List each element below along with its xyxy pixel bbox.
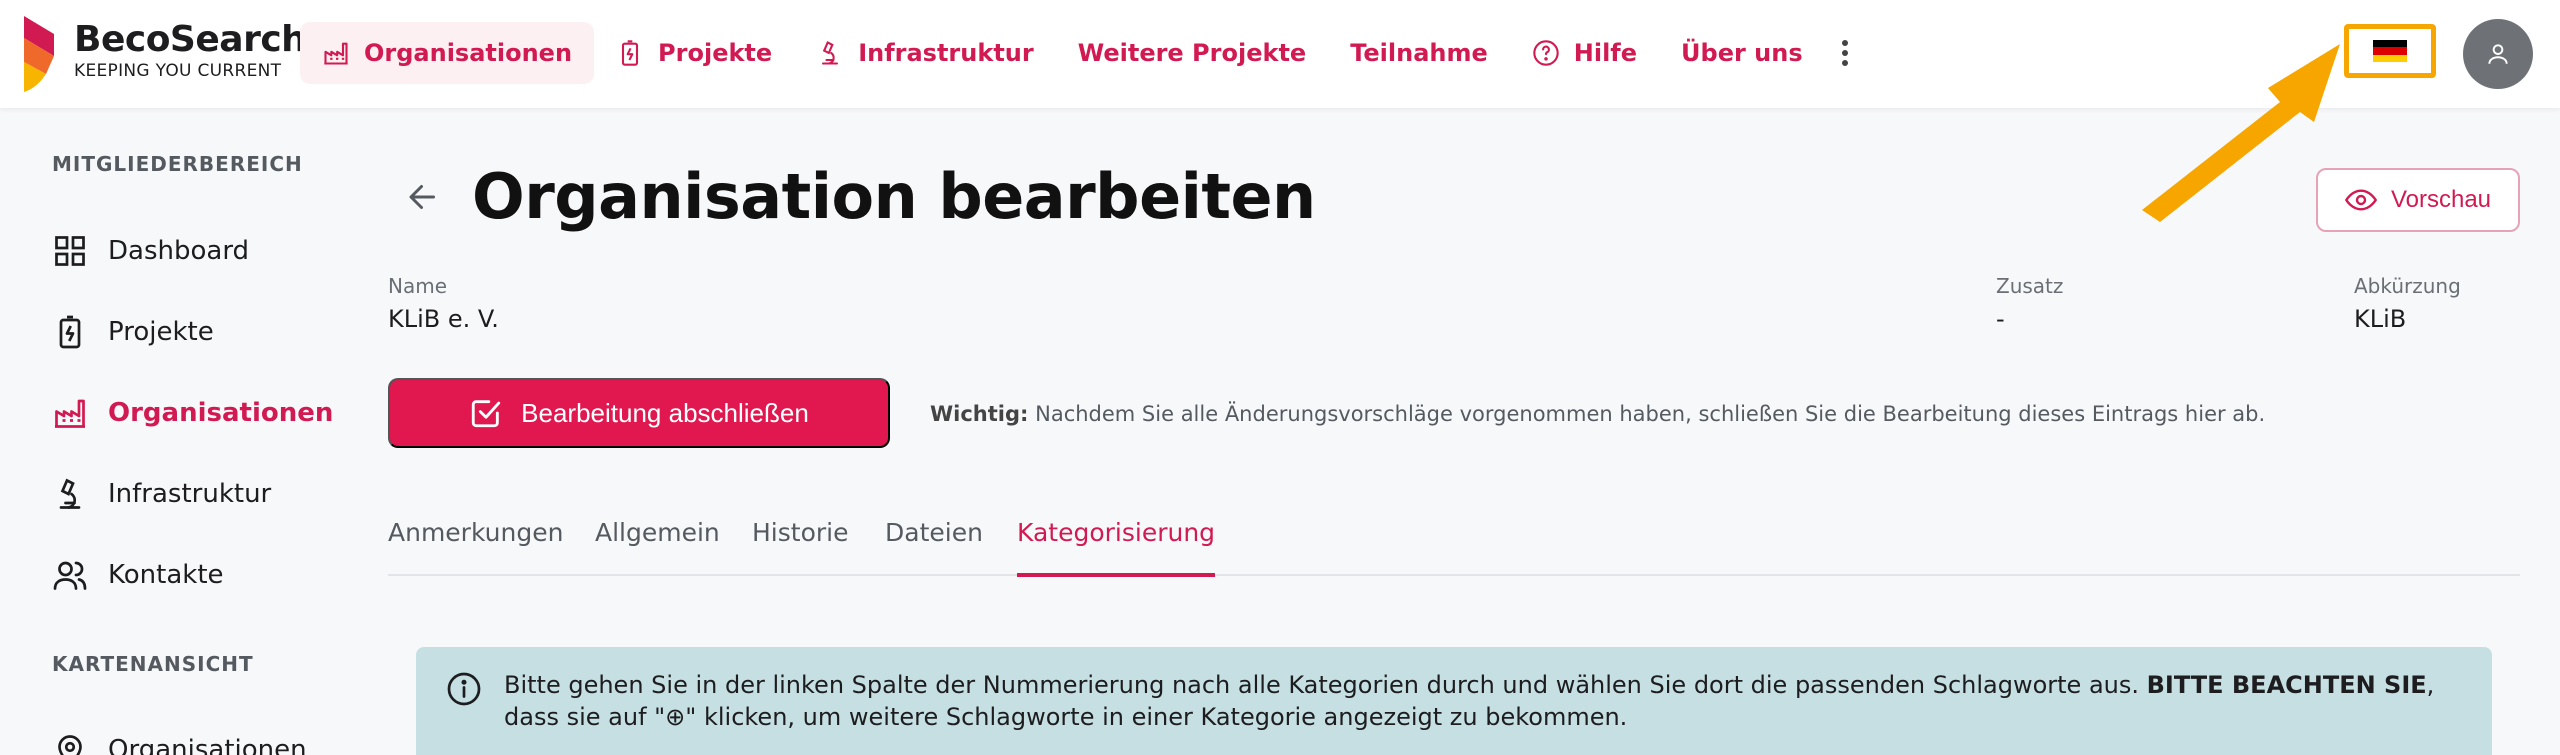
sidebar-item-infrastruktur[interactable]: Infrastruktur — [52, 469, 271, 519]
user-icon — [2488, 44, 2508, 64]
users-icon — [53, 561, 87, 590]
factory-icon — [324, 42, 348, 65]
becosearch-logo-icon — [24, 16, 54, 92]
sidebar-section-member: MITGLIEDERBEREICH — [52, 152, 303, 176]
brand-name: BecoSearch — [74, 19, 307, 60]
more-vertical-icon — [1841, 40, 1848, 66]
sidebar-item-dashboard[interactable]: Dashboard — [52, 226, 249, 276]
more-menu-button[interactable] — [1825, 22, 1865, 84]
map-pin-icon — [58, 735, 82, 755]
nav-ueber-uns[interactable]: Über uns — [1659, 22, 1825, 84]
logo[interactable]: BecoSearch KEEPING YOU CURRENT — [24, 16, 307, 92]
nav-infrastruktur[interactable]: Infrastruktur — [794, 22, 1056, 84]
sidebar-item-organisationen[interactable]: Organisationen — [52, 388, 333, 438]
main-nav: Organisationen Projekte Infrastruktur We… — [300, 22, 1865, 84]
brand-tagline: KEEPING YOU CURRENT — [74, 61, 282, 81]
battery-icon — [59, 315, 81, 349]
abkuerzung-value: KLiB — [2354, 305, 2407, 333]
microscope-icon — [59, 478, 81, 509]
tab-historie[interactable]: Historie — [752, 510, 848, 576]
language-switch-button[interactable] — [2344, 24, 2436, 78]
tab-anmerkungen[interactable]: Anmerkungen — [388, 510, 563, 576]
name-label: Name — [388, 274, 448, 298]
info-box: Bitte gehen Sie in der linken Spalte der… — [416, 647, 2492, 755]
back-button[interactable] — [398, 172, 448, 222]
zusatz-label: Zusatz — [1996, 274, 2064, 298]
sidebar: MITGLIEDERBEREICH Dashboard Projekte Org… — [0, 108, 340, 755]
grid-icon — [55, 236, 85, 266]
nav-hilfe[interactable]: Hilfe — [1510, 22, 1659, 84]
battery-icon — [621, 40, 639, 66]
sidebar-section-map: KARTENANSICHT — [52, 652, 254, 676]
nav-teilnahme[interactable]: Teilnahme — [1328, 22, 1510, 84]
check-square-icon — [472, 400, 501, 428]
preview-button[interactable]: Vorschau — [2316, 168, 2520, 232]
tab-allgemein[interactable]: Allgemein — [595, 510, 720, 576]
finish-editing-button[interactable]: Bearbeitung abschließen — [388, 378, 890, 448]
tab-kategorisierung[interactable]: Kategorisierung — [1017, 510, 1216, 577]
tab-bar: Anmerkungen Allgemein Historie Dateien K… — [388, 510, 2520, 577]
sidebar-item-kontakte[interactable]: Kontakte — [52, 550, 224, 600]
abkuerzung-label: Abkürzung — [2354, 274, 2461, 298]
info-text: Bitte gehen Sie in der linken Spalte der… — [504, 671, 2435, 731]
info-icon — [447, 672, 481, 706]
german-flag-icon — [2373, 40, 2407, 62]
eye-icon — [2344, 189, 2377, 211]
zusatz-value: - — [1996, 305, 2005, 333]
factory-icon — [55, 399, 85, 428]
user-avatar-button[interactable] — [2463, 19, 2533, 89]
page-title: Organisation bearbeiten — [472, 160, 1316, 233]
sidebar-item-map-organisationen[interactable]: Organisationen — [52, 725, 307, 755]
sidebar-item-projekte[interactable]: Projekte — [52, 307, 214, 357]
microscope-icon — [822, 41, 839, 65]
finish-notice: Wichtig: Nachdem Sie alle Änderungsvorsc… — [930, 402, 2266, 426]
nav-projekte[interactable]: Projekte — [594, 22, 794, 84]
nav-weitere-projekte[interactable]: Weitere Projekte — [1056, 22, 1328, 84]
tab-dateien[interactable]: Dateien — [885, 510, 983, 576]
name-value: KLiB e. V. — [388, 305, 499, 333]
arrow-left-icon — [409, 185, 435, 209]
help-circle-icon — [1533, 40, 1559, 66]
nav-organisationen[interactable]: Organisationen — [300, 22, 595, 84]
